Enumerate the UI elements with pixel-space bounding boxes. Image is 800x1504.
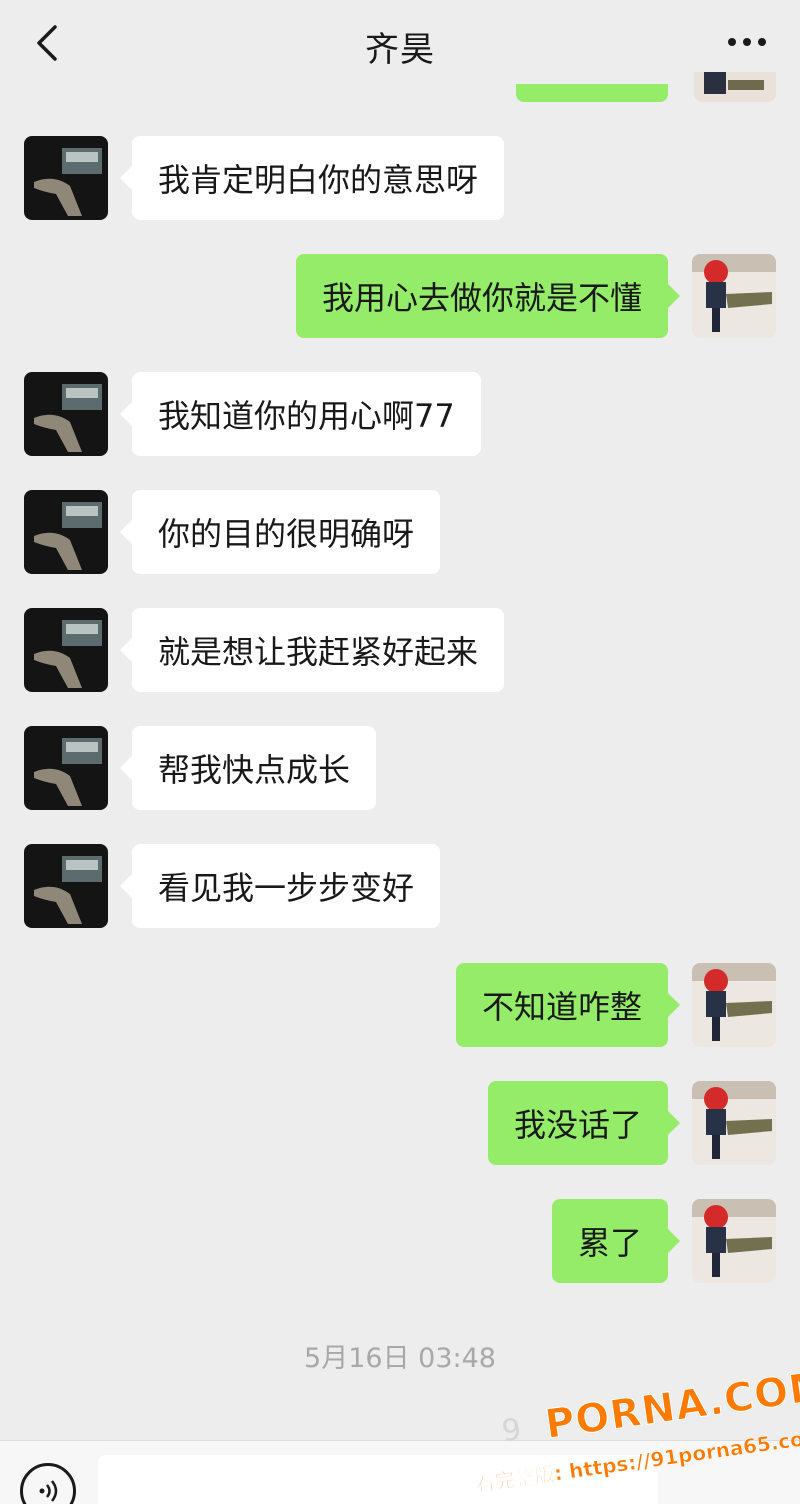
avatar-self[interactable] (692, 254, 776, 338)
message-row: 累了 (0, 1199, 800, 1283)
avatar-contact[interactable] (24, 844, 108, 928)
message-row: 我没话了 (0, 1081, 800, 1165)
message-bubble[interactable]: 我用心去做你就是不懂 (295, 254, 681, 338)
voice-icon (39, 1480, 58, 1502)
message-bubble[interactable]: 我知道你的用心啊77 (120, 372, 481, 456)
message-bubble[interactable]: 累了 (551, 1199, 681, 1283)
message-timestamp: 5月16日 03:48 (304, 1343, 496, 1374)
message-bubble[interactable]: 你的目的很明确呀 (119, 490, 441, 574)
avatar-contact[interactable] (24, 372, 108, 456)
message-bubble[interactable]: 看见我一步步变好 (119, 844, 441, 928)
avatar-contact[interactable] (24, 490, 108, 574)
more-dots-icon (728, 38, 766, 46)
message-row: 我肯定明白你的意思呀 (0, 136, 800, 220)
message-bubble[interactable]: 帮我快点成长 (119, 726, 377, 810)
message-row: 你的目的很明确呀 (0, 490, 800, 574)
message-row: 我知道你的用心啊77 (0, 372, 800, 456)
message-input[interactable] (98, 1455, 658, 1504)
message-bubble[interactable]: 就是想让我赶紧好起来 (119, 608, 505, 692)
chat-header: 齐昊 (0, 0, 800, 88)
previous-message-bubble[interactable] (516, 84, 668, 102)
message-row: 看见我一步步变好 (0, 844, 800, 928)
message-row: 不知道咋整 (0, 963, 800, 1047)
message-bubble[interactable]: 我肯定明白你的意思呀 (119, 136, 505, 220)
avatar-self[interactable] (694, 72, 776, 102)
message-row: 帮我快点成长 (0, 726, 800, 810)
avatar-contact[interactable] (24, 136, 108, 220)
watermark-logo: PORNA.COM (542, 1362, 800, 1449)
avatar-contact[interactable] (24, 726, 108, 810)
avatar-self[interactable] (692, 1081, 776, 1165)
message-row: 就是想让我赶紧好起来 (0, 608, 800, 692)
message-row: 我用心去做你就是不懂 (0, 254, 800, 338)
avatar-contact[interactable] (24, 608, 108, 692)
more-button[interactable] (722, 22, 772, 62)
message-bubble[interactable]: 我没话了 (487, 1081, 681, 1165)
input-bar (0, 1440, 800, 1504)
chat-title: 齐昊 (365, 30, 435, 70)
avatar-self[interactable] (692, 963, 776, 1047)
voice-button[interactable] (20, 1463, 76, 1504)
avatar-self[interactable] (692, 1199, 776, 1283)
message-bubble[interactable]: 不知道咋整 (455, 963, 681, 1047)
